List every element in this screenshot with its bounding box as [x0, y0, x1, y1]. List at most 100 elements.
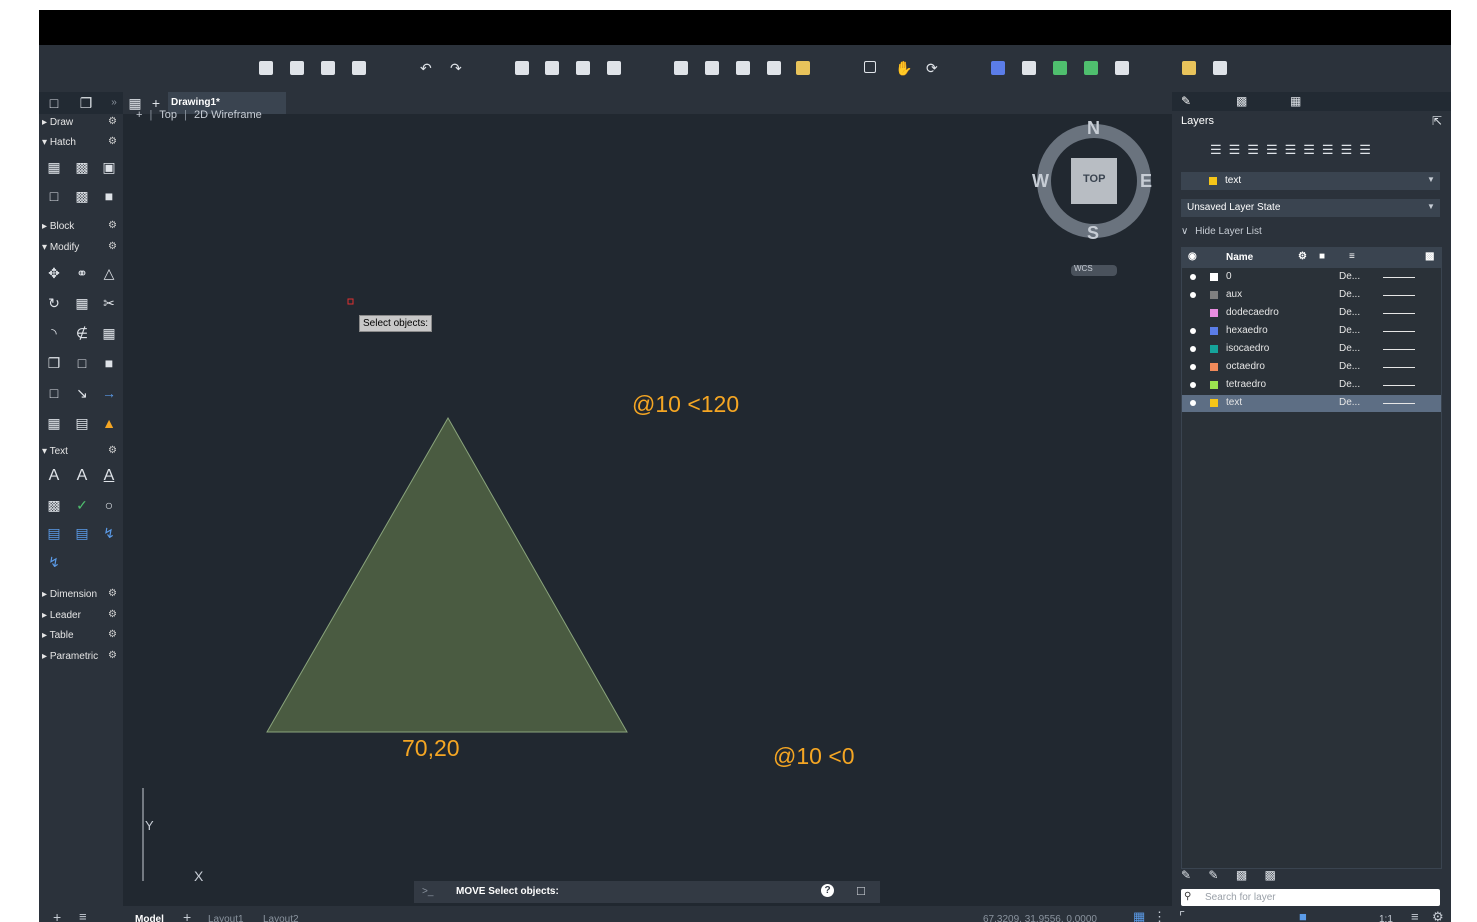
explode-icon[interactable]: ❐ — [45, 354, 63, 372]
section-parametric[interactable]: ▸ Parametric ⚙ — [39, 648, 123, 666]
layer-color-swatch[interactable] — [1210, 309, 1218, 317]
visibility-toggle-icon[interactable] — [1190, 328, 1196, 334]
freeze-column-icon[interactable]: ⚙ — [1298, 251, 1307, 262]
block-editor-icon[interactable] — [1115, 61, 1129, 75]
compass-east[interactable]: E — [1140, 171, 1152, 192]
tab-layout1[interactable]: Layout1 — [208, 914, 244, 922]
zoom-window-icon[interactable] — [864, 61, 876, 73]
command-prompt-icon[interactable]: >_ — [422, 886, 433, 897]
copy-icon[interactable]: ⚭ — [73, 264, 91, 282]
panel-copy-icon[interactable]: ❐ — [77, 94, 95, 112]
new-vp-layer-icon[interactable]: ✎ — [1208, 868, 1218, 882]
gear-icon[interactable]: ⚙ — [108, 650, 117, 661]
settings-gear-icon[interactable]: ⚙ — [1432, 909, 1444, 922]
stretch-icon[interactable]: □ — [73, 354, 91, 372]
snap-icon[interactable]: ⋮ — [1153, 909, 1166, 922]
section-table[interactable]: ▸ Table ⚙ — [39, 627, 123, 645]
layer-state-dropdown[interactable]: Unsaved Layer State ▼ — [1181, 199, 1440, 217]
viewcube-compass[interactable] — [1029, 118, 1159, 278]
export-pdf-icon[interactable] — [607, 61, 621, 75]
folder-icon[interactable]: ▩ — [1236, 868, 1247, 882]
gear-icon[interactable]: ⚙ — [108, 629, 117, 640]
gear-icon[interactable]: ⚙ — [108, 116, 117, 127]
visibility-toggle-icon[interactable] — [1190, 364, 1196, 370]
layer-color-swatch[interactable] — [1210, 327, 1218, 335]
visibility-column-icon[interactable]: ◉ — [1188, 251, 1197, 262]
section-modify[interactable]: ▾ Modify ⚙ — [39, 239, 123, 257]
text-underline-icon[interactable]: A — [100, 467, 118, 485]
fillet-icon[interactable]: ◝ — [45, 324, 63, 342]
region-icon[interactable]: □ — [45, 187, 63, 205]
pdf-text-icon[interactable]: ↯ — [100, 524, 118, 542]
annotation-scale[interactable]: 1:1 — [1379, 914, 1393, 922]
gear-icon[interactable]: ⚙ — [108, 588, 117, 599]
section-dimension[interactable]: ▸ Dimension ⚙ — [39, 586, 123, 604]
layer-color-swatch[interactable] — [1210, 273, 1218, 281]
array-icon[interactable]: ▦ — [100, 324, 118, 342]
grid-icon[interactable]: ▦ — [1133, 909, 1145, 922]
compass-west[interactable]: W — [1032, 171, 1049, 192]
plot-column-icon[interactable]: ▩ — [1425, 251, 1434, 262]
visibility-toggle-icon[interactable] — [1190, 292, 1196, 298]
revcloud-icon[interactable]: ■ — [100, 187, 118, 205]
chamfer-icon[interactable]: □ — [45, 384, 63, 402]
erase-icon[interactable]: ■ — [100, 354, 118, 372]
undo-icon[interactable]: ↶ — [420, 61, 434, 75]
spell-check-icon[interactable]: ✓ — [73, 496, 91, 514]
boundary-icon[interactable]: ▣ — [100, 158, 118, 176]
text-combine-icon[interactable]: ▤ — [73, 524, 91, 542]
pdf-import-icon[interactable]: ↯ — [45, 553, 63, 571]
mtext-icon[interactable]: A — [45, 467, 63, 485]
triangle-shape[interactable] — [266, 416, 628, 733]
align-icon[interactable]: ▲ — [100, 414, 118, 432]
layer-row[interactable]: isocaedro De... — [1182, 341, 1441, 358]
visibility-toggle-icon[interactable] — [1190, 382, 1196, 388]
layer-row[interactable]: 0 De... — [1182, 269, 1441, 286]
offset-icon[interactable]: ∉ — [73, 324, 91, 342]
isolate-icon[interactable] — [1053, 61, 1067, 75]
layer-row[interactable]: text De... — [1182, 395, 1441, 412]
join-icon[interactable]: → — [100, 384, 118, 402]
publish-icon[interactable] — [576, 61, 590, 75]
scale-icon[interactable]: ▦ — [73, 294, 91, 312]
layer-row[interactable]: aux De... — [1182, 287, 1441, 304]
trim-icon[interactable]: ✂ — [100, 294, 118, 312]
linetype-column-icon[interactable]: ≡ — [1349, 251, 1355, 262]
customize-icon[interactable]: ≡ — [1411, 909, 1419, 922]
lengthen-icon[interactable]: ▦ — [45, 414, 63, 432]
new-icon[interactable] — [259, 61, 273, 75]
break-icon[interactable]: ↘ — [73, 384, 91, 402]
text-align-icon[interactable]: ▤ — [45, 524, 63, 542]
section-block[interactable]: ▸ Block ⚙ — [39, 218, 123, 236]
new-layout-icon[interactable]: + — [183, 909, 191, 922]
hide-layer-list-toggle[interactable]: ∨ Hide Layer List — [1181, 226, 1262, 237]
undock-icon[interactable]: ⇱ — [1432, 114, 1442, 128]
tab-model[interactable]: Model — [135, 914, 164, 922]
visibility-toggle-icon[interactable] — [1190, 400, 1196, 406]
collapse-chevron-icon[interactable]: » — [105, 94, 123, 112]
plot-icon[interactable] — [515, 61, 529, 75]
command-line[interactable]: >_ MOVE Select objects: ? □ — [414, 881, 880, 903]
edit-text-icon[interactable]: ▩ — [45, 496, 63, 514]
section-hatch[interactable]: ▾ Hatch ⚙ — [39, 134, 123, 152]
layer-color-swatch[interactable] — [1210, 363, 1218, 371]
compass-north[interactable]: N — [1087, 118, 1100, 139]
share-icon[interactable]: □ — [857, 883, 865, 898]
gradient-icon[interactable]: ▩ — [73, 158, 91, 176]
section-draw[interactable]: ▸ Draw ⚙ — [39, 114, 123, 132]
save-as-icon[interactable] — [352, 61, 366, 75]
properties-tab-icon[interactable]: ✎ — [1181, 94, 1191, 108]
layer-color-swatch[interactable] — [1210, 381, 1218, 389]
section-text[interactable]: ▾ Text ⚙ — [39, 443, 123, 461]
add-layout-icon[interactable]: + — [53, 909, 61, 922]
visibility-toggle-icon[interactable] — [1190, 274, 1196, 280]
section-leader[interactable]: ▸ Leader ⚙ — [39, 607, 123, 625]
save-icon[interactable] — [321, 61, 335, 75]
lock-column-icon[interactable]: ■ — [1319, 251, 1325, 262]
redo-icon[interactable]: ↷ — [450, 61, 464, 75]
settings-icon[interactable] — [1213, 61, 1227, 75]
gear-icon[interactable]: ⚙ — [108, 445, 117, 456]
filter-folder-icon[interactable]: ▩ — [1265, 868, 1276, 882]
visibility-toggle-icon[interactable] — [1190, 346, 1196, 352]
edit-polyline-icon[interactable]: ▤ — [73, 414, 91, 432]
